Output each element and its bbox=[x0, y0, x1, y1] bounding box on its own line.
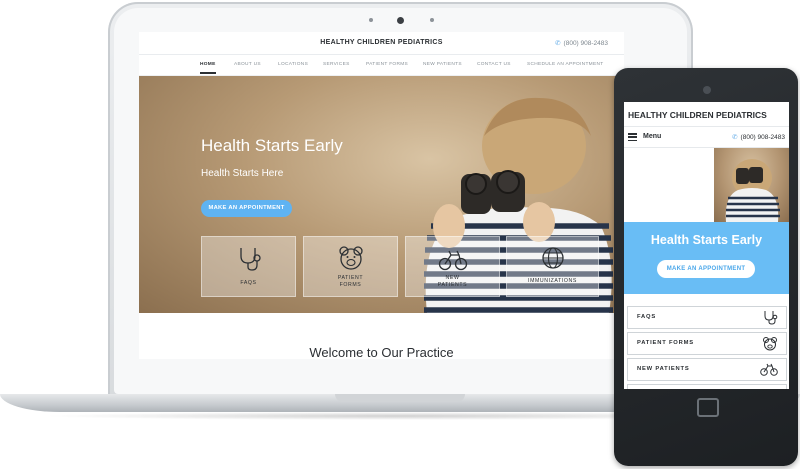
card-patient-forms-label-2: FORMS bbox=[339, 282, 362, 288]
mobile-make-appointment-button[interactable]: MAKE AN APPOINTMENT bbox=[657, 260, 755, 278]
mobile-item-label: NEW PATIENTS bbox=[637, 366, 690, 372]
card-patient-forms[interactable]: PATIENT FORMS bbox=[303, 236, 398, 297]
mobile-item-label: FAQS bbox=[637, 314, 656, 320]
make-appointment-button[interactable]: MAKE AN APPOINTMENT bbox=[201, 200, 292, 217]
nav-patient-forms[interactable]: PATIENT FORMS bbox=[366, 62, 408, 67]
phone-icon: ✆ bbox=[555, 40, 561, 47]
laptop-sensor-right bbox=[430, 18, 434, 22]
phone-screen: HEALTHY CHILDREN PEDIATRICS Menu ✆ (800) … bbox=[624, 102, 789, 389]
globe-icon bbox=[541, 247, 564, 269]
stethoscope-icon bbox=[764, 311, 778, 325]
card-new-patients-label-1: NEW bbox=[445, 275, 460, 281]
mobile-hero-photo bbox=[714, 148, 789, 222]
nav-schedule-appointment[interactable]: SCHEDULE AN APPOINTMENT bbox=[527, 62, 603, 67]
card-patient-forms-label-1: PATIENT bbox=[337, 275, 364, 281]
card-new-patients-label-2: PATIENTS bbox=[437, 282, 468, 288]
teddy-bear-icon bbox=[763, 337, 777, 351]
nav-about-us[interactable]: ABOUT US bbox=[234, 62, 261, 67]
mobile-item-patient-forms[interactable]: PATIENT FORMS bbox=[627, 332, 787, 355]
desktop-hero: Health Starts Early Health Starts Here M… bbox=[139, 76, 624, 313]
nav-contact-us[interactable]: CONTACT US bbox=[477, 62, 511, 67]
tricycle-icon bbox=[760, 363, 778, 376]
mobile-banner: Health Starts Early MAKE AN APPOINTMENT bbox=[624, 222, 789, 294]
laptop-screen: HEALTHY CHILDREN PEDIATRICS ✆ (800) 908-2… bbox=[139, 32, 624, 359]
teddy-bear-icon bbox=[338, 246, 363, 270]
mobile-item-new-patients[interactable]: NEW PATIENTS bbox=[627, 358, 787, 381]
desktop-phone-number: (800) 908-2483 bbox=[563, 40, 608, 47]
card-faqs-label: FAQS bbox=[240, 280, 257, 286]
welcome-heading: Welcome to Our Practice bbox=[309, 345, 454, 359]
desktop-phone-link[interactable]: ✆ (800) 908-2483 bbox=[555, 39, 608, 47]
card-immunizations[interactable]: IMMUNIZATIONS bbox=[506, 236, 599, 297]
desktop-nav: HOME ABOUT US LOCATIONS SERVICES PATIENT… bbox=[139, 55, 624, 76]
mobile-phone-link[interactable]: ✆ (800) 908-2483 bbox=[732, 133, 785, 141]
hamburger-icon[interactable] bbox=[628, 133, 637, 142]
phone-home-button[interactable] bbox=[697, 398, 719, 417]
tricycle-icon bbox=[438, 250, 467, 271]
phone-speaker bbox=[703, 86, 711, 94]
nav-services[interactable]: SERVICES bbox=[323, 62, 350, 67]
hero-title: Health Starts Early bbox=[201, 136, 343, 155]
hero-subtitle: Health Starts Here bbox=[201, 168, 284, 179]
card-faqs[interactable]: FAQS bbox=[201, 236, 296, 297]
stethoscope-icon bbox=[239, 248, 261, 271]
child-binoculars-image bbox=[725, 159, 780, 222]
mobile-item-label: PATIENT FORMS bbox=[637, 340, 694, 346]
mobile-bar: Menu ✆ (800) 908-2483 bbox=[624, 126, 789, 148]
desktop-header: HEALTHY CHILDREN PEDIATRICS ✆ (800) 908-2… bbox=[139, 32, 624, 55]
nav-active-underline bbox=[200, 72, 216, 74]
laptop-notch bbox=[335, 394, 465, 402]
card-immunizations-label: IMMUNIZATIONS bbox=[528, 278, 577, 284]
mobile-menu-label[interactable]: Menu bbox=[643, 133, 661, 140]
nav-new-patients[interactable]: NEW PATIENTS bbox=[423, 62, 462, 67]
nav-home[interactable]: HOME bbox=[200, 62, 216, 67]
phone-icon: ✆ bbox=[732, 134, 738, 141]
laptop-sensor-left bbox=[369, 18, 373, 22]
laptop-camera bbox=[397, 17, 404, 24]
mobile-item-faqs[interactable]: FAQS bbox=[627, 306, 787, 329]
mobile-brand[interactable]: HEALTHY CHILDREN PEDIATRICS bbox=[628, 110, 767, 120]
card-new-patients[interactable]: NEW PATIENTS bbox=[405, 236, 500, 297]
mobile-hero-title: Health Starts Early bbox=[650, 233, 763, 247]
mobile-item-partial bbox=[627, 384, 787, 389]
mobile-phone-number: (800) 908-2483 bbox=[740, 134, 785, 141]
desktop-brand[interactable]: HEALTHY CHILDREN PEDIATRICS bbox=[139, 39, 624, 46]
nav-locations[interactable]: LOCATIONS bbox=[278, 62, 308, 67]
